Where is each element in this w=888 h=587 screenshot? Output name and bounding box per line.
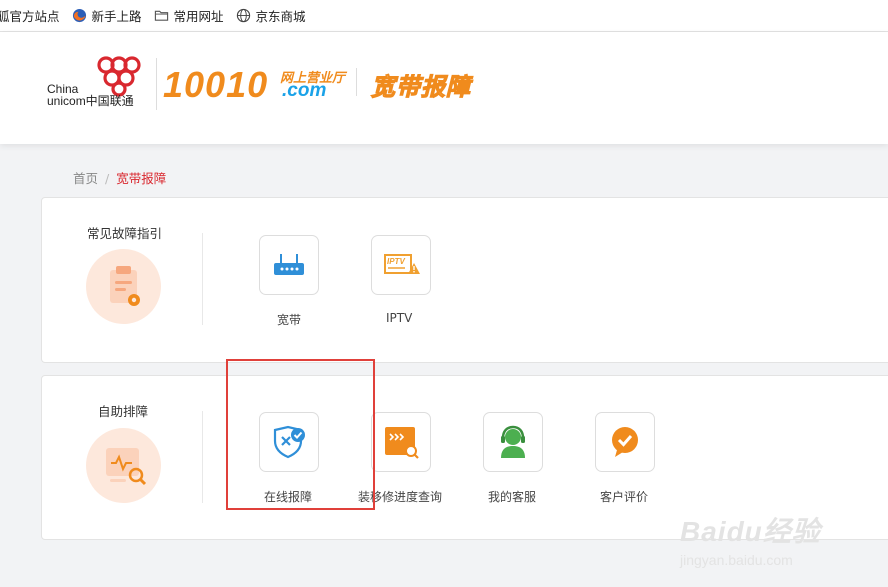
logo-line-2: unicom中国联通 — [47, 94, 134, 108]
brand-number: 10010 — [163, 64, 269, 105]
progress-search-icon — [385, 427, 419, 459]
panel-divider — [202, 233, 203, 325]
fault-guide-panel: 常见故障指引 — [41, 197, 888, 363]
header-divider — [356, 68, 357, 96]
highlight-box — [226, 359, 375, 510]
brand-domain: .com — [282, 80, 327, 101]
svg-text:IPTV: IPTV — [387, 257, 405, 266]
watermark-main: Baidu经验 — [680, 516, 821, 547]
iptv-icon: IPTV — [384, 254, 420, 274]
bookmark-label: 新手上路 — [91, 9, 142, 24]
breadcrumb-separator: / — [105, 171, 110, 186]
baidu-watermark: Baidu经验 jingyan.baidu.com — [680, 510, 821, 568]
header-divider — [156, 58, 157, 110]
section-title: 宽带报障 — [371, 73, 471, 102]
folder-icon — [154, 10, 168, 21]
tile-label[interactable]: 客户评价 — [600, 488, 648, 505]
customer-service-icon — [501, 425, 525, 458]
rating-check-icon — [612, 427, 638, 457]
tile-label[interactable]: 我的客服 — [488, 488, 536, 505]
bookmark-newbie[interactable]: 新手上路 — [72, 6, 142, 25]
tile-progress-query[interactable] — [371, 412, 431, 472]
breadcrumb-current: 宽带报障 — [116, 171, 167, 186]
router-icon — [274, 254, 304, 275]
watermark-sub: jingyan.baidu.com — [680, 552, 793, 568]
tile-iptv[interactable]: IPTV — [371, 235, 431, 295]
panel-title: 自助排障 — [98, 404, 149, 419]
panel-divider — [202, 411, 203, 503]
bookmark-label: 狐官方站点 — [0, 9, 60, 24]
breadcrumb: 首页 / 宽带报障 — [73, 168, 166, 187]
bookmark-sohu[interactable]: 狐官方站点 — [0, 6, 60, 25]
unicom-knot-logo[interactable] — [92, 53, 146, 97]
globe-icon — [236, 8, 250, 23]
tile-label[interactable]: IPTV — [386, 311, 412, 325]
panel-title: 常见故障指引 — [87, 226, 163, 241]
bookmark-common-sites[interactable]: 常用网址 — [154, 6, 224, 25]
clipboard-gear-icon — [86, 249, 161, 324]
tile-customer-service[interactable] — [483, 412, 543, 472]
tile-label[interactable]: 宽带 — [277, 311, 301, 328]
tile-customer-rating[interactable] — [595, 412, 655, 472]
firefox-icon — [72, 8, 86, 23]
bookmark-jd[interactable]: 京东商城 — [236, 6, 306, 25]
monitor-search-icon — [86, 428, 161, 503]
breadcrumb-home[interactable]: 首页 — [73, 171, 98, 186]
bookmarks-bar: 狐官方站点 新手上路 常用网址 京东商城 — [0, 0, 888, 32]
bookmark-label: 京东商城 — [255, 9, 306, 24]
tile-broadband[interactable] — [259, 235, 319, 295]
bookmark-label: 常用网址 — [173, 9, 224, 24]
